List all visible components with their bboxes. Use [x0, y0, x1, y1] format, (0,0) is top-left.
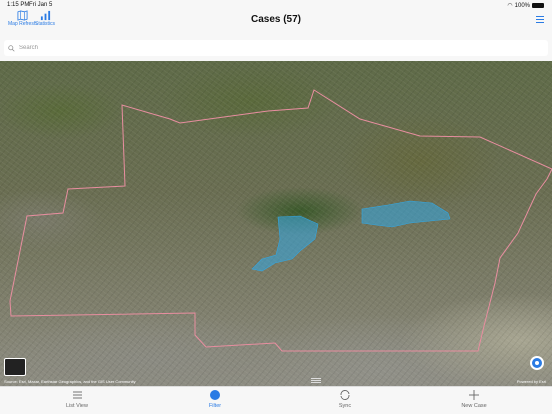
- highlight-zone-east: [361, 200, 451, 228]
- basemap-toggle-button[interactable]: [4, 358, 26, 376]
- powered-by-esri[interactable]: Powered by Esri: [517, 379, 546, 384]
- tab-bar: List View Filter Sync New Case: [0, 386, 552, 414]
- tab-list-view[interactable]: List View: [47, 389, 107, 409]
- list-icon: [73, 391, 82, 399]
- search-icon: [8, 44, 15, 52]
- menu-icon[interactable]: [536, 16, 544, 23]
- tab-sync-label: Sync: [338, 403, 352, 409]
- tab-new-case-label: New Case: [461, 403, 487, 409]
- search-bar: [0, 36, 552, 60]
- search-field[interactable]: [4, 40, 548, 56]
- drag-handle-icon[interactable]: [311, 378, 321, 384]
- sync-icon: [340, 390, 350, 400]
- page-title: Cases (57): [250, 14, 302, 25]
- tab-list-view-label: List View: [66, 403, 88, 409]
- tab-filter-label: Filter: [208, 403, 222, 409]
- map-attribution: Source: Esri, Maxar, Earthstar Geographi…: [4, 379, 136, 384]
- map-view[interactable]: Source: Esri, Maxar, Earthstar Geographi…: [0, 61, 552, 386]
- highlight-zone-west: [251, 215, 319, 272]
- tab-filter[interactable]: Filter: [185, 389, 245, 409]
- navigation-bar: Map Refresh Statistics Cases (57): [0, 8, 552, 36]
- search-input[interactable]: [19, 45, 519, 51]
- filter-icon: [210, 390, 220, 400]
- tab-sync[interactable]: Sync: [315, 389, 375, 409]
- tab-new-case[interactable]: New Case: [444, 389, 504, 409]
- plus-icon: [469, 390, 479, 400]
- locate-button[interactable]: [530, 356, 544, 370]
- map-overlay: [9, 89, 552, 352]
